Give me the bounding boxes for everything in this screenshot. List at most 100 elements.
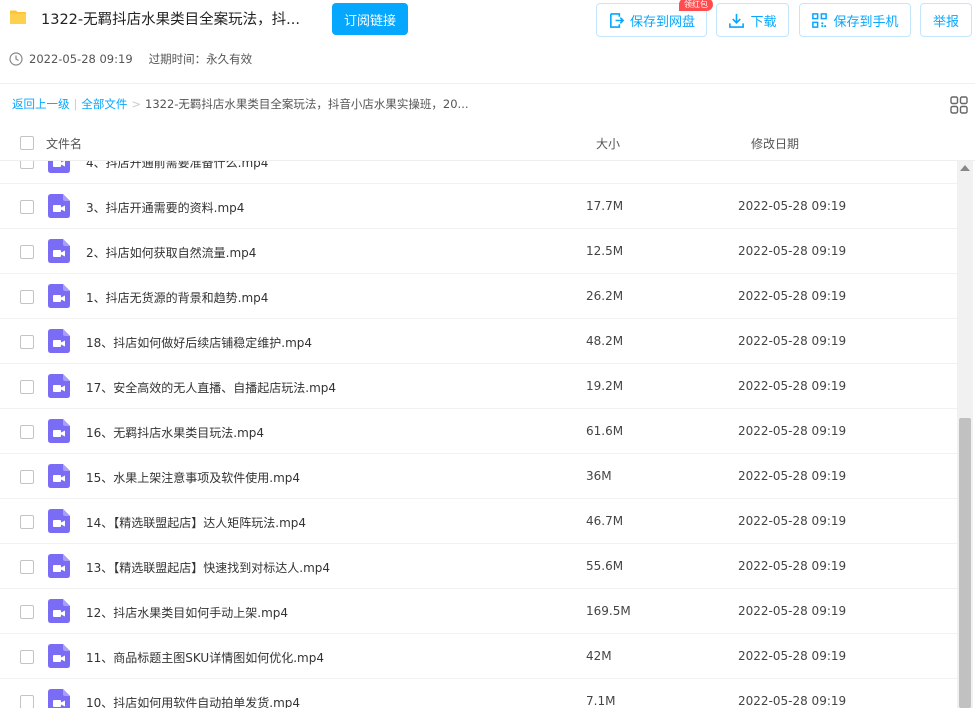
file-date: 2022-05-28 09:19: [738, 649, 847, 663]
file-name[interactable]: 10、抖店如何用软件自动拍单发货.mp4: [86, 694, 300, 708]
table-row[interactable]: 3、抖店开通需要的资料.mp4 17.7M 2022-05-28 09:19: [0, 184, 957, 229]
row-checkbox[interactable]: [20, 470, 34, 484]
table-row[interactable]: 14、【精选联盟起店】达人矩阵玩法.mp4 46.7M 2022-05-28 09:…: [0, 499, 957, 544]
share-title: 1322-无羁抖店水果类目全案玩法，抖...: [41, 12, 300, 28]
video-file-icon: [48, 161, 70, 173]
file-name[interactable]: 17、安全高效的无人直播、自播起店玩法.mp4: [86, 379, 336, 396]
file-name[interactable]: 1、抖店无货源的背景和趋势.mp4: [86, 289, 268, 306]
file-name[interactable]: 12、抖店水果类目如何手动上架.mp4: [86, 604, 288, 621]
created-time: 2022-05-28 09:19: [29, 52, 133, 66]
save-to-phone-label: 保存到手机: [833, 14, 899, 30]
row-checkbox[interactable]: [20, 161, 34, 169]
download-label: 下载: [750, 14, 777, 30]
video-file-icon: [48, 329, 70, 353]
row-checkbox[interactable]: [20, 335, 34, 349]
red-packet-badge[interactable]: 领红包: [679, 0, 713, 11]
file-size: 36M: [586, 469, 612, 483]
table-header: 文件名 大小 修改日期: [0, 126, 975, 161]
file-date: 2022-05-28 09:19: [738, 289, 847, 303]
table-row[interactable]: 11、商品标题主图SKU详情图如何优化.mp4 42M 2022-05-28 09:…: [0, 634, 957, 679]
save-to-phone-button[interactable]: 保存到手机: [799, 3, 911, 37]
page-header: 1322-无羁抖店水果类目全案玩法，抖... 订阅链接 保存到网盘 领红包 下载…: [0, 0, 975, 84]
row-checkbox[interactable]: [20, 515, 34, 529]
row-checkbox[interactable]: [20, 605, 34, 619]
file-size: 26.2M: [586, 289, 624, 303]
row-checkbox[interactable]: [20, 380, 34, 394]
table-row[interactable]: 16、无羁抖店水果类目玩法.mp4 61.6M 2022-05-28 09:19: [0, 409, 957, 454]
grid-view-icon[interactable]: [950, 96, 968, 114]
video-file-icon: [48, 194, 70, 218]
file-list: 4、抖店开通前需要准备什么.mp4 3、抖店开通需要的资料.mp4 17.7M 202…: [0, 161, 957, 708]
row-checkbox[interactable]: [20, 695, 34, 708]
share-meta: 2022-05-28 09:19 过期时间：永久有效: [9, 51, 252, 67]
file-date: 2022-05-28 09:19: [738, 334, 847, 348]
file-date: 2022-05-28 09:19: [738, 514, 847, 528]
table-row[interactable]: 15、水果上架注意事项及软件使用.mp4 36M 2022-05-28 09:19: [0, 454, 957, 499]
row-checkbox[interactable]: [20, 200, 34, 214]
table-row[interactable]: 13、【精选联盟起店】快速找到对标达人.mp4 55.6M 2022-05-28 0…: [0, 544, 957, 589]
file-date: 2022-05-28 09:19: [738, 604, 847, 618]
scrollbar-thumb[interactable]: [959, 418, 971, 708]
file-date: 2022-05-28 09:19: [738, 199, 847, 213]
column-date-header[interactable]: 修改日期: [751, 135, 799, 152]
column-size-header[interactable]: 大小: [596, 135, 620, 152]
scrollbar[interactable]: [957, 161, 973, 708]
table-row[interactable]: 1、抖店无货源的背景和趋势.mp4 26.2M 2022-05-28 09:19: [0, 274, 957, 319]
report-button[interactable]: 举报: [920, 3, 972, 37]
file-size: 55.6M: [586, 559, 624, 573]
breadcrumb-current: 1322-无羁抖店水果类目全案玩法，抖音小店水果实操班，20...: [145, 97, 469, 111]
video-file-icon: [48, 374, 70, 398]
file-date: 2022-05-28 09:19: [738, 694, 847, 708]
table-row[interactable]: 12、抖店水果类目如何手动上架.mp4 169.5M 2022-05-28 09:1…: [0, 589, 957, 634]
all-files-link[interactable]: 全部文件: [81, 96, 127, 112]
file-name[interactable]: 4、抖店开通前需要准备什么.mp4: [86, 161, 268, 171]
file-name[interactable]: 16、无羁抖店水果类目玩法.mp4: [86, 424, 264, 441]
download-icon: [729, 13, 745, 28]
file-name[interactable]: 3、抖店开通需要的资料.mp4: [86, 199, 244, 216]
video-file-icon: [48, 284, 70, 308]
video-file-icon: [48, 464, 70, 488]
video-file-icon: [48, 599, 70, 623]
breadcrumb: 返回上一级 | 全部文件 > 1322-无羁抖店水果类目全案玩法，抖音小店水果实…: [12, 96, 469, 112]
file-size: 46.7M: [586, 514, 624, 528]
video-file-icon: [48, 239, 70, 263]
file-name[interactable]: 15、水果上架注意事项及软件使用.mp4: [86, 469, 300, 486]
file-name[interactable]: 2、抖店如何获取自然流量.mp4: [86, 244, 256, 261]
table-row[interactable]: 10、抖店如何用软件自动拍单发货.mp4 7.1M 2022-05-28 09:19: [0, 679, 957, 708]
file-size: 19.2M: [586, 379, 624, 393]
table-row[interactable]: 17、安全高效的无人直播、自播起店玩法.mp4 19.2M 2022-05-28 0…: [0, 364, 957, 409]
row-checkbox[interactable]: [20, 245, 34, 259]
file-name[interactable]: 14、【精选联盟起店】达人矩阵玩法.mp4: [86, 514, 306, 531]
back-link[interactable]: 返回上一级: [12, 96, 70, 112]
file-size: 12.5M: [586, 244, 624, 258]
row-checkbox[interactable]: [20, 425, 34, 439]
row-checkbox[interactable]: [20, 290, 34, 304]
video-file-icon: [48, 644, 70, 668]
scroll-up-arrow-icon[interactable]: [960, 165, 970, 171]
row-checkbox[interactable]: [20, 560, 34, 574]
file-size: 17.7M: [586, 199, 624, 213]
column-name-header[interactable]: 文件名: [46, 135, 82, 152]
report-label: 举报: [932, 14, 959, 30]
file-size: 169.5M: [586, 604, 631, 618]
table-row[interactable]: 2、抖店如何获取自然流量.mp4 12.5M 2022-05-28 09:19: [0, 229, 957, 274]
file-size: 61.6M: [586, 424, 624, 438]
file-name[interactable]: 18、抖店如何做好后续店铺稳定维护.mp4: [86, 334, 312, 351]
save-to-disk-icon: [610, 12, 625, 28]
file-size: 7.1M: [586, 694, 616, 708]
subscribe-link-button[interactable]: 订阅链接: [332, 3, 408, 35]
table-row[interactable]: 18、抖店如何做好后续店铺稳定维护.mp4 48.2M 2022-05-28 09:…: [0, 319, 957, 364]
video-file-icon: [48, 509, 70, 533]
file-name[interactable]: 11、商品标题主图SKU详情图如何优化.mp4: [86, 649, 324, 666]
qrcode-icon: [812, 12, 828, 28]
table-row[interactable]: 4、抖店开通前需要准备什么.mp4: [0, 161, 957, 184]
folder-icon: [10, 10, 26, 24]
file-date: 2022-05-28 09:19: [738, 244, 847, 258]
file-name[interactable]: 13、【精选联盟起店】快速找到对标达人.mp4: [86, 559, 330, 576]
download-button[interactable]: 下载: [716, 3, 789, 37]
row-checkbox[interactable]: [20, 650, 34, 664]
file-date: 2022-05-28 09:19: [738, 469, 847, 483]
select-all-checkbox[interactable]: [20, 136, 34, 150]
video-file-icon: [48, 419, 70, 443]
clock-icon: [9, 52, 23, 66]
